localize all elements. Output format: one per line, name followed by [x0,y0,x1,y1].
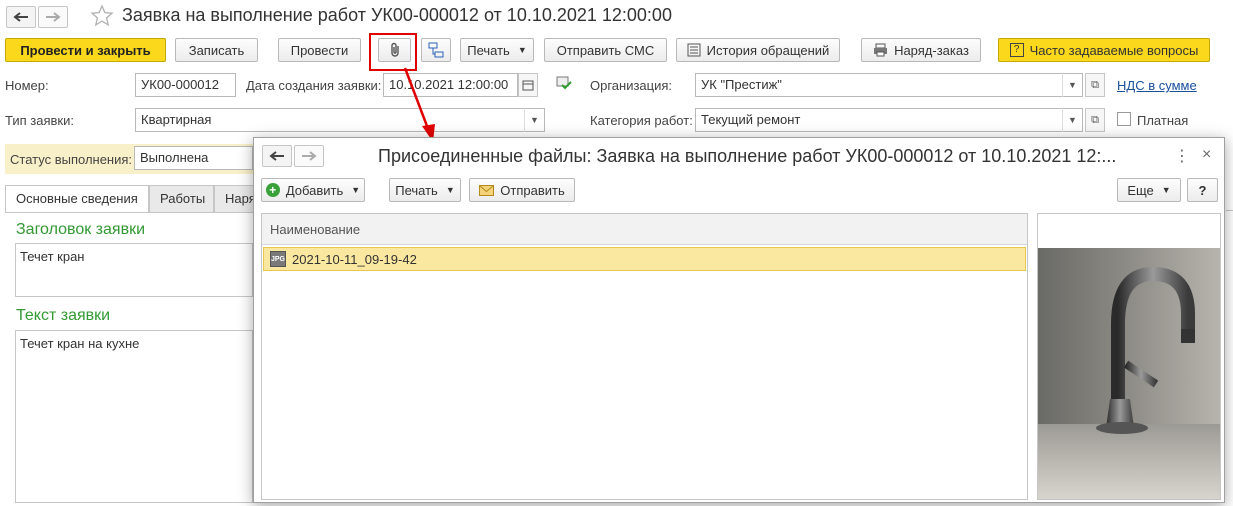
chevron-down-icon: ▼ [1161,185,1171,195]
column-header-name[interactable]: Наименование [262,214,1027,245]
date-label: Дата создания заявки: [246,78,382,93]
document-check-icon[interactable] [556,76,572,93]
chevron-down-icon: ▼ [445,185,455,195]
body-textarea[interactable]: Течет кран на кухне [15,330,253,503]
tab-panel-border [5,212,253,213]
body-section-title: Текст заявки [16,307,111,324]
work-order-button[interactable]: Наряд-заказ [861,38,981,62]
structure-icon [428,42,444,58]
arrow-left-icon [13,12,28,22]
jpg-file-icon: JPG [270,251,286,267]
chevron-down-icon: ▼ [351,185,361,195]
history-button[interactable]: История обращений [676,38,840,62]
favorite-star-icon[interactable] [90,4,114,31]
calendar-button[interactable] [518,73,538,97]
header-section-title: Заголовок заявки [16,221,146,238]
type-dropdown[interactable]: ▼ [524,108,544,132]
number-field[interactable]: УК00-000012 [135,73,236,97]
post-label: Провести [290,42,349,58]
organization-open-button[interactable]: ⧉ [1085,73,1105,97]
pointer-arrow-icon [403,67,435,142]
send-sms-button[interactable]: Отправить СМС [544,38,667,62]
forward-button[interactable] [38,6,68,28]
list-icon [687,43,701,57]
send-sms-label: Отправить СМС [556,42,655,58]
category-label: Категория работ: [590,113,693,128]
post-button[interactable]: Провести [278,38,361,62]
tab-works[interactable]: Работы [149,185,214,212]
number-label: Номер: [5,78,49,93]
tab-orders[interactable]: Наря [214,185,254,212]
add-button[interactable]: + Добавить ▼ [261,178,365,202]
faq-label: Часто задаваемые вопросы [1029,42,1199,58]
organization-label: Организация: [590,78,673,93]
more-label: Еще [1127,182,1154,198]
help-icon: ? [1009,43,1024,57]
work-order-label: Наряд-заказ [894,42,969,58]
image-preview [1037,213,1221,500]
status-label: Статус выполнения: [10,152,133,167]
type-field[interactable]: Квартирная [135,108,545,132]
faucet-image [1038,214,1220,499]
save-button[interactable]: Записать [175,38,258,62]
table-row[interactable]: JPG 2021-10-11_09-19-42 [263,247,1026,271]
category-dropdown[interactable]: ▼ [1062,108,1082,132]
back-button[interactable] [6,6,36,28]
category-field[interactable]: Текущий ремонт [695,108,1083,132]
more-button[interactable]: Еще ▼ [1117,178,1181,202]
paid-checkbox[interactable] [1117,112,1131,126]
organization-field[interactable]: УК "Престиж" [695,73,1083,97]
arrow-right-icon [46,12,61,22]
arrow-right-icon [302,151,317,161]
close-icon[interactable]: × [1202,146,1211,164]
category-open-button[interactable]: ⧉ [1085,108,1105,132]
modal-title: Присоединенные файлы: Заявка на выполнен… [378,146,1117,166]
save-label: Записать [188,42,245,58]
window-title: Заявка на выполнение работ УК00-000012 о… [122,5,672,25]
more-menu-icon[interactable]: ⋮ [1174,146,1190,166]
history-label: История обращений [706,42,830,58]
modal-print-label: Печать [395,182,438,198]
type-label: Тип заявки: [5,113,74,128]
print-button[interactable]: Печать ▼ [460,38,534,62]
structure-button[interactable] [421,38,451,62]
plus-circle-icon: + [265,183,280,197]
vat-link[interactable]: НДС в сумме [1117,78,1197,93]
arrow-left-icon [269,151,284,161]
modal-help-button[interactable]: ? [1187,178,1218,202]
add-label: Добавить [285,182,344,198]
tab-main-info[interactable]: Основные сведения [5,185,149,213]
faq-button[interactable]: ? Часто задаваемые вопросы [998,38,1210,62]
header-textarea[interactable]: Течет кран [15,243,253,297]
modal-print-button[interactable]: Печать ▼ [389,178,461,202]
post-and-close-label: Провести и закрыть [20,42,151,58]
modal-back-button[interactable] [262,145,292,167]
files-table: Наименование JPG 2021-10-11_09-19-42 [261,213,1028,500]
attached-files-dialog: Присоединенные файлы: Заявка на выполнен… [253,137,1225,503]
modal-help-label: ? [1198,182,1207,198]
envelope-icon [479,184,495,196]
organization-dropdown[interactable]: ▼ [1062,73,1082,97]
printer-icon [874,43,888,57]
background-field-edge [1226,210,1233,211]
paid-label: Платная [1137,113,1189,128]
calendar-icon [522,80,534,91]
file-name: 2021-10-11_09-19-42 [292,251,417,267]
status-field[interactable]: Выполнена [134,146,253,170]
modal-forward-button[interactable] [294,145,324,167]
send-label: Отправить [500,182,565,198]
send-button[interactable]: Отправить [469,178,575,202]
chevron-down-icon: ▼ [517,45,527,55]
post-and-close-button[interactable]: Провести и закрыть [5,38,166,62]
print-label: Печать [467,42,510,58]
